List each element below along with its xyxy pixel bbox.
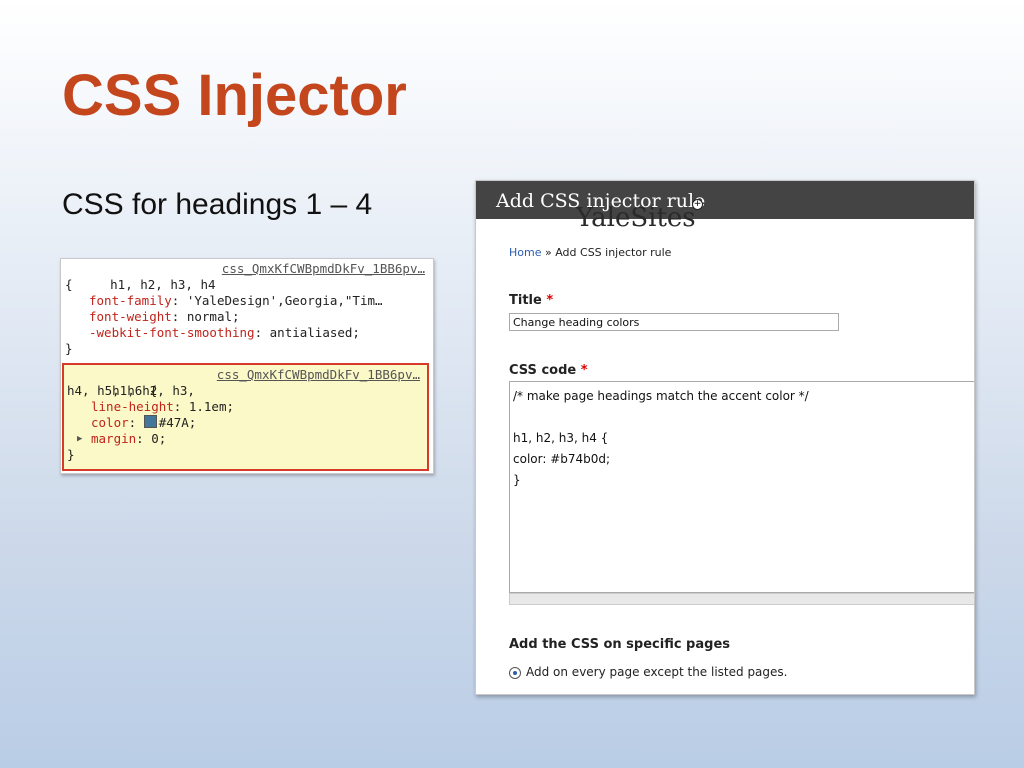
css-code-label-text: CSS code (509, 363, 577, 378)
breadcrumb-current: Add CSS injector rule (555, 246, 672, 259)
code-line: color: #b74b0d; (513, 452, 611, 466)
code-line: } (513, 473, 521, 487)
close-brace: } (65, 341, 73, 356)
breadcrumb: Home » Add CSS injector rule (509, 246, 671, 259)
drupal-form-screenshot: YaleSites Add CSS injector rule + Home »… (475, 180, 975, 695)
required-marker: * (546, 293, 554, 308)
slide-title: CSS Injector (62, 63, 407, 128)
css-code-label: CSS code * (509, 363, 588, 378)
css-value[interactable]: 'YaleDesign',Georgia,"Tim… (187, 293, 383, 308)
css-property[interactable]: line-height (91, 399, 174, 414)
stylesheet-link[interactable]: css_QmxKfCWBpmdDkFv_1BB6pv… (217, 367, 420, 383)
add-shortcut-icon[interactable]: + (692, 199, 703, 210)
highlighted-css-rule: h1, h2, h3, css_QmxKfCWBpmdDkFv_1BB6pv… … (62, 363, 429, 471)
breadcrumb-separator: » (541, 246, 556, 259)
title-input[interactable] (509, 313, 839, 331)
css-property[interactable]: color (91, 415, 129, 430)
css-rule: h1, h2, h3, h4 css_QmxKfCWBpmdDkFv_1BB6p… (61, 259, 433, 359)
css-property[interactable]: font-family (89, 293, 172, 308)
css-value[interactable]: normal; (187, 309, 240, 324)
code-line: h1, h2, h3, h4 { (513, 431, 609, 445)
rule-selector: h4, h5, h6 { (67, 383, 158, 398)
slide-subtitle: CSS for headings 1 – 4 (62, 188, 373, 221)
expand-arrow-icon[interactable]: ▶ (77, 431, 82, 447)
page-title: Add CSS injector rule (496, 190, 706, 212)
stylesheet-link[interactable]: css_QmxKfCWBpmdDkFv_1BB6pv… (222, 261, 425, 277)
close-brace: } (67, 447, 75, 462)
title-label-text: Title (509, 293, 542, 308)
page-header: YaleSites Add CSS injector rule + (476, 181, 974, 233)
code-line: /* make page headings match the accent c… (513, 389, 809, 403)
css-value[interactable]: #47A; (159, 415, 197, 430)
visibility-radio-label[interactable]: Add on every page except the listed page… (526, 665, 787, 679)
required-marker: * (580, 363, 588, 378)
css-value[interactable]: antialiased; (270, 325, 360, 340)
css-property[interactable]: -webkit-font-smoothing (89, 325, 255, 340)
css-property[interactable]: margin (91, 431, 136, 446)
pages-label: Add the CSS on specific pages (509, 637, 730, 652)
devtools-styles-panel: h1, h2, h3, h4 css_QmxKfCWBpmdDkFv_1BB6p… (60, 258, 434, 474)
breadcrumb-home-link[interactable]: Home (509, 246, 541, 259)
textarea-resize-grip[interactable] (509, 593, 974, 605)
color-swatch-icon[interactable] (143, 415, 157, 428)
title-label: Title * (509, 293, 553, 308)
css-value[interactable]: 1.1em; (189, 399, 234, 414)
css-value[interactable]: 0; (151, 431, 166, 446)
css-property[interactable]: font-weight (89, 309, 172, 324)
open-brace: { (65, 277, 73, 292)
visibility-radio[interactable] (509, 667, 521, 679)
css-code-textarea[interactable]: /* make page headings match the accent c… (509, 381, 974, 593)
